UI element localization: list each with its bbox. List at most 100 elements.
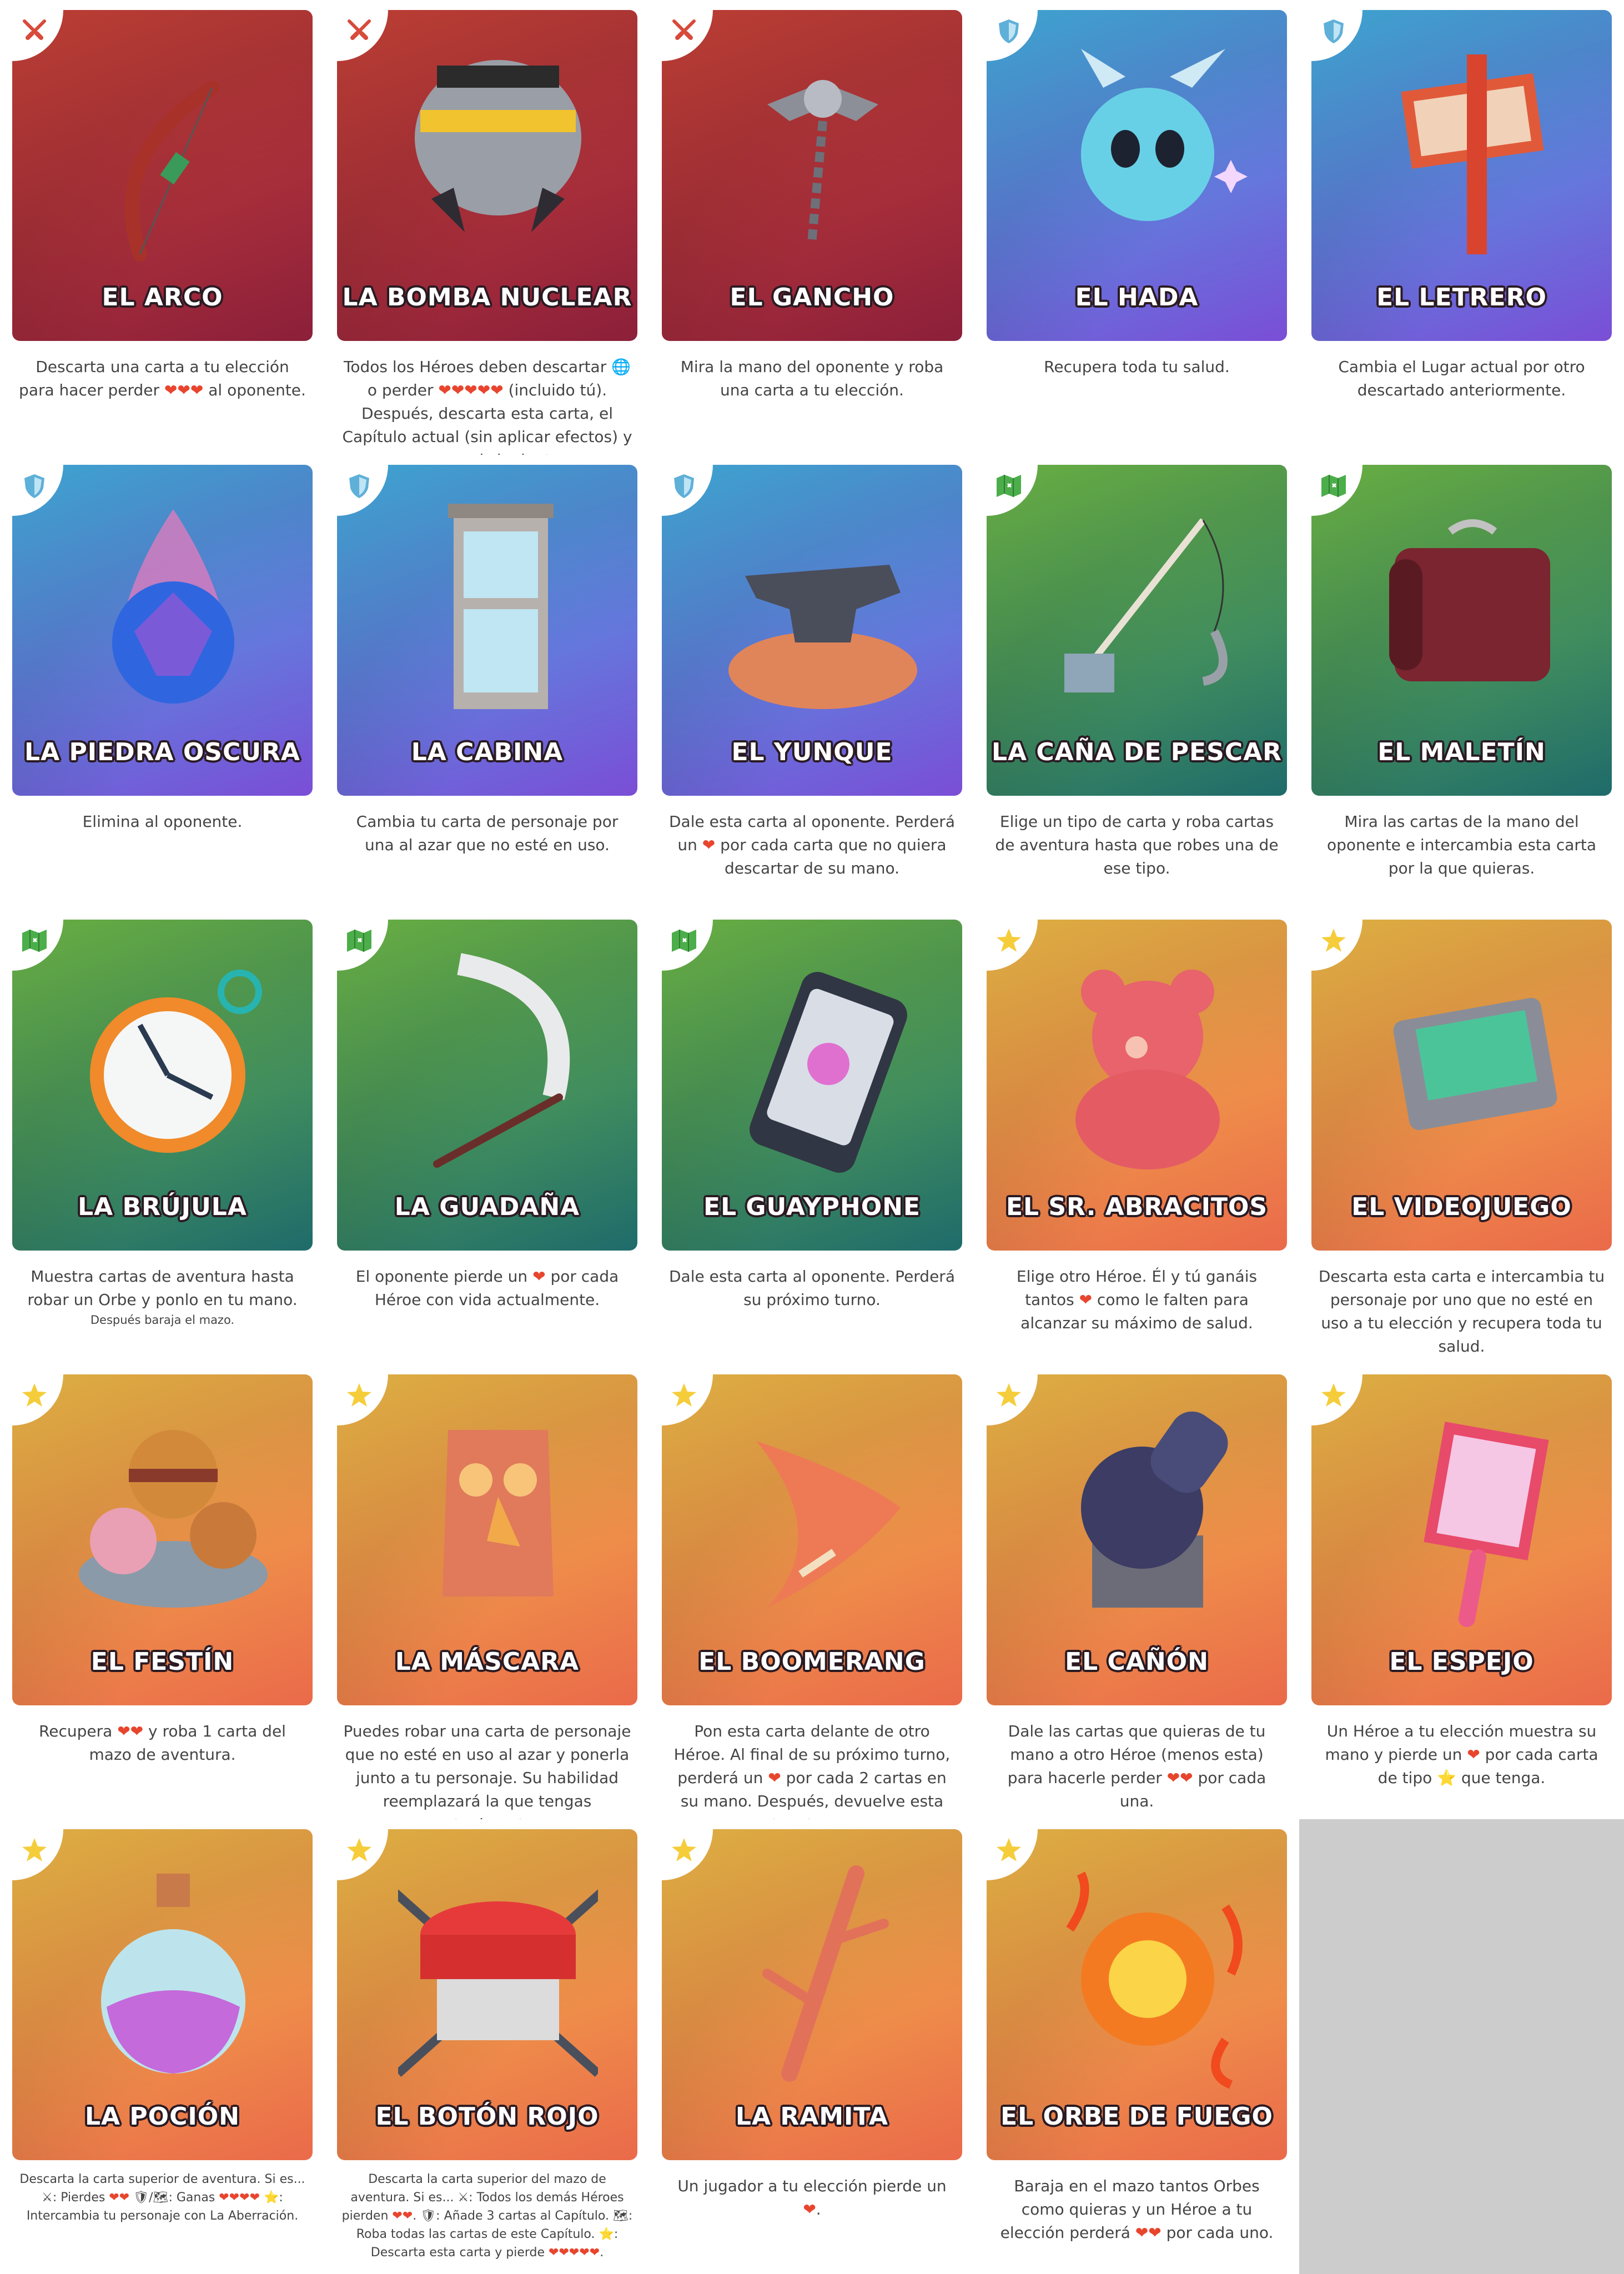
card-description-text: Descarta la carta superior de aventura. … bbox=[19, 2172, 305, 2223]
heart-icon: ❤ bbox=[249, 2191, 260, 2205]
card-cabin[interactable]: LA CABINA Cambia tu carta de personaje po… bbox=[325, 455, 650, 910]
card-briefcase[interactable]: EL MALETÍN Mira las cartas de la mano del… bbox=[1299, 455, 1624, 910]
card-teddy-bear[interactable]: EL SR. ABRACITOS Elige otro Héroe. Él y t… bbox=[974, 910, 1299, 1364]
card-dark-stone[interactable]: LA PIEDRA OSCURA Elimina al oponente. bbox=[0, 455, 325, 910]
card-description: Puedes robar una carta de personaje que … bbox=[341, 1720, 633, 1819]
card-bow[interactable]: EL ARCO Descarta una carta a tu elección … bbox=[0, 0, 325, 455]
card-description-text: Mira la mano del oponente y roba una car… bbox=[680, 358, 944, 399]
card-description-text: Dale esta carta al oponente. Perderá un … bbox=[669, 812, 955, 877]
card-description-text: Elige un tipo de carta y roba cartas de … bbox=[995, 812, 1279, 877]
fire-orb-illustration bbox=[1066, 1871, 1243, 2089]
shield-icon bbox=[345, 471, 374, 500]
card-description: Un jugador a tu elección pierde un ❤. bbox=[666, 2175, 958, 2221]
card-title: LA CAÑA DE PESCAR bbox=[991, 738, 1283, 766]
card-title: EL VIDEOJUEGO bbox=[1351, 1193, 1572, 1221]
card-mirror[interactable]: EL ESPEJO Un Héroe a tu elección muestra … bbox=[1299, 1364, 1624, 1819]
card-description: Mira la mano del oponente y roba una car… bbox=[666, 355, 958, 402]
card-note: Después baraja el mazo. bbox=[90, 1313, 235, 1327]
card-description: Un Héroe a tu elección muestra su mano y… bbox=[1316, 1720, 1607, 1790]
card-description-text: El oponente pierde un ❤ por cada Héroe c… bbox=[355, 1267, 619, 1309]
card-fairy[interactable]: EL HADA Recupera toda tu salud. bbox=[974, 0, 1299, 455]
card-description: Recupera toda tu salud. bbox=[991, 355, 1283, 379]
card-title: EL SR. ABRACITOS bbox=[1005, 1193, 1268, 1221]
card-description: Recupera ❤❤ y roba 1 carta del mazo de a… bbox=[17, 1720, 308, 1766]
card-title: EL BOTÓN ROJO bbox=[375, 2102, 599, 2131]
heart-icon: ❤ bbox=[402, 2209, 413, 2223]
fishing-rod-illustration bbox=[1064, 518, 1228, 692]
heart-icon: ❤ bbox=[392, 2209, 403, 2223]
crossed-swords-icon bbox=[670, 17, 698, 46]
card-anvil[interactable]: EL YUNQUE Dale esta carta al oponente. Pe… bbox=[650, 455, 974, 910]
card-description: Elimina al oponente. bbox=[17, 810, 308, 834]
card-description-text: Cambia tu carta de personaje por una al … bbox=[356, 812, 619, 854]
card-description-text: Recupera ❤❤ y roba 1 carta del mazo de a… bbox=[39, 1722, 286, 1764]
card-description-text: Mira las cartas de la mano del oponente … bbox=[1326, 812, 1597, 877]
card-title: LA RAMITA bbox=[735, 2102, 889, 2131]
card-description-text: Puedes robar una carta de personaje que … bbox=[343, 1722, 631, 1819]
star-icon bbox=[20, 1381, 49, 1410]
star-icon bbox=[670, 1836, 698, 1865]
card-cannon[interactable]: EL CAÑÓN Dale las cartas que quieras de t… bbox=[974, 1364, 1299, 1819]
boomerang-illustration bbox=[756, 1441, 901, 1608]
card-description-text: Un jugador a tu elección pierde un ❤. bbox=[677, 2177, 947, 2218]
heart-icon: ❤ bbox=[768, 1769, 781, 1787]
heart-icon: ❤ bbox=[1180, 1769, 1193, 1787]
card-phone[interactable]: EL GUAYPHONE Dale esta carta al oponente.… bbox=[650, 910, 974, 1364]
card-scythe[interactable]: LA GUADAÑA El oponente pierde un ❤ por ca… bbox=[325, 910, 650, 1364]
card-description-text: Elige otro Héroe. Él y tú ganáis tantos … bbox=[1016, 1267, 1258, 1332]
card-boomerang[interactable]: EL BOOMERANG Pon esta carta delante de ot… bbox=[650, 1364, 974, 1819]
card-description: Descarta esta carta e intercambia tu per… bbox=[1316, 1265, 1607, 1358]
star-icon bbox=[670, 1381, 698, 1410]
card-potion[interactable]: LA POCIÓN Descarta la carta superior de a… bbox=[0, 1819, 325, 2274]
dark-stone-illustration bbox=[112, 509, 234, 704]
star-icon bbox=[994, 1836, 1023, 1865]
card-description: Elige otro Héroe. Él y tú ganáis tantos … bbox=[991, 1265, 1283, 1335]
card-hook-chain[interactable]: EL GANCHO Mira la mano del oponente y rob… bbox=[650, 0, 974, 455]
fairy-illustration bbox=[1081, 49, 1248, 221]
card-title: EL FESTÍN bbox=[90, 1648, 234, 1676]
heart-icon: ❤ bbox=[549, 2246, 559, 2260]
card-description-text: Recupera toda tu salud. bbox=[1044, 358, 1230, 376]
card-title: LA GUADAÑA bbox=[394, 1193, 580, 1221]
star-icon bbox=[345, 1836, 374, 1865]
empty-card-slot bbox=[1299, 1819, 1624, 2274]
heart-icon: ❤ bbox=[1467, 1745, 1480, 1764]
card-description-text: Dale las cartas que quieras de tu mano a… bbox=[1007, 1722, 1266, 1810]
hook-chain-illustration bbox=[767, 80, 878, 244]
card-description: Elige un tipo de carta y roba cartas de … bbox=[991, 810, 1283, 880]
card-game-cartridge[interactable]: EL VIDEOJUEGO Descarta esta carta e inter… bbox=[1299, 910, 1624, 1364]
card-feast[interactable]: EL FESTÍN Recupera ❤❤ y roba 1 carta del … bbox=[0, 1364, 325, 1819]
card-description: Descarta la carta superior del mazo de a… bbox=[341, 2170, 633, 2262]
card-title: EL HADA bbox=[1075, 283, 1199, 312]
card-title: EL ARCO bbox=[102, 283, 223, 312]
card-description: Muestra cartas de aventura hasta robar u… bbox=[17, 1265, 308, 1328]
card-description: Cambia tu carta de personaje por una al … bbox=[341, 810, 633, 857]
card-title: EL GUAYPHONE bbox=[703, 1193, 921, 1221]
card-description: Todos los Héroes deben descartar 🌐 o per… bbox=[341, 355, 633, 455]
heart-icon: ❤ bbox=[559, 2246, 569, 2260]
card-description: Baraja en el mazo tantos Orbes como quie… bbox=[991, 2175, 1283, 2245]
card-title: LA CABINA bbox=[411, 738, 564, 766]
heart-icon: ❤ bbox=[190, 381, 204, 399]
card-bomb[interactable]: LA BOMBA NUCLEAR Todos los Héroes deben d… bbox=[325, 0, 650, 455]
card-mask[interactable]: LA MÁSCARA Puedes robar una carta de pers… bbox=[325, 1364, 650, 1819]
card-fishing-rod[interactable]: LA CAÑA DE PESCAR Elige un tipo de carta … bbox=[974, 455, 1299, 910]
map-icon bbox=[670, 926, 698, 955]
heart-icon: ❤ bbox=[532, 1267, 546, 1286]
star-icon bbox=[994, 1381, 1023, 1410]
heart-icon: ❤ bbox=[702, 836, 716, 854]
card-twig[interactable]: LA RAMITA Un jugador a tu elección pierde… bbox=[650, 1819, 974, 2274]
card-fire-orb[interactable]: EL ORBE DE FUEGO Baraja en el mazo tantos… bbox=[974, 1819, 1299, 2274]
card-description: Dale esta carta al oponente. Perderá su … bbox=[666, 1265, 958, 1312]
card-compass[interactable]: LA BRÚJULA Muestra cartas de aventura has… bbox=[0, 910, 325, 1364]
card-description: Dale esta carta al oponente. Perderá un … bbox=[666, 810, 958, 880]
bow-illustration bbox=[124, 81, 219, 262]
heart-icon: ❤ bbox=[164, 381, 178, 399]
card-title: LA PIEDRA OSCURA bbox=[24, 738, 300, 766]
card-description-text: Descarta esta carta e intercambia tu per… bbox=[1318, 1267, 1605, 1356]
card-description: Dale las cartas que quieras de tu mano a… bbox=[991, 1720, 1283, 1813]
card-red-button[interactable]: EL BOTÓN ROJO Descarta la carta superior … bbox=[325, 1819, 650, 2274]
shield-icon bbox=[670, 471, 698, 500]
cannon-illustration bbox=[1081, 1411, 1228, 1608]
card-sign[interactable]: EL LETRERO Cambia el Lugar actual por otr… bbox=[1299, 0, 1624, 455]
